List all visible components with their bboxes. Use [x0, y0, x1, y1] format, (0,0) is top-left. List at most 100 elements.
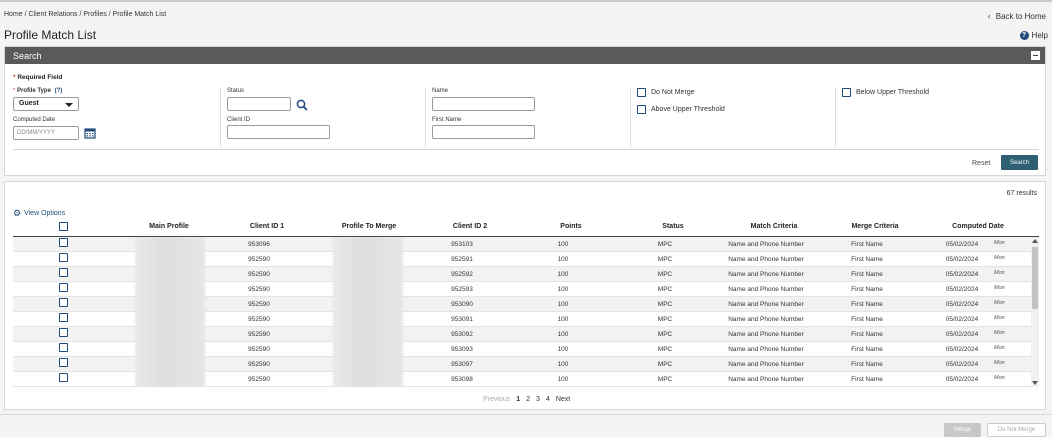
view-options-link[interactable]: ⚙ View Options — [13, 208, 65, 219]
profile-to-merge-redacted — [333, 237, 403, 387]
search-icon[interactable] — [296, 98, 308, 116]
page-link-1[interactable]: 1 — [516, 396, 520, 403]
cell-status: MPC — [657, 316, 673, 323]
above-upper-threshold-checkbox[interactable] — [637, 105, 646, 114]
divider — [425, 87, 426, 147]
cell-client-id-1: 952590 — [248, 316, 270, 323]
below-upper-threshold-checkbox[interactable] — [842, 88, 851, 97]
cell-points: 100 — [557, 361, 569, 368]
gear-icon: ⚙ — [13, 208, 22, 218]
row-checkbox[interactable] — [59, 268, 68, 277]
pagination: Previous 1 2 3 4 Next — [483, 396, 570, 403]
cell-match-criteria: Name and Phone Number — [728, 271, 804, 278]
back-to-home-link[interactable]: ‹ Back to Home — [988, 11, 1046, 21]
cell-merge-criteria: First Name — [851, 316, 883, 323]
below-upper-threshold-label: Below Upper Threshold — [856, 89, 930, 96]
cell-match-criteria: Name and Phone Number — [728, 286, 804, 293]
row-checkbox[interactable] — [59, 328, 68, 337]
row-checkbox[interactable] — [59, 373, 68, 382]
client-id-input[interactable] — [227, 125, 330, 139]
computed-date-input[interactable]: DD/MM/YYYY — [13, 126, 79, 140]
row-checkbox[interactable] — [59, 238, 68, 247]
column-header-client-id-2[interactable]: Client ID 2 — [453, 223, 487, 230]
cell-day: Mon — [994, 360, 1005, 366]
search-button[interactable]: Search — [1001, 155, 1038, 170]
row-checkbox[interactable] — [59, 343, 68, 352]
cell-merge-criteria: First Name — [851, 256, 883, 263]
results-panel: 67 results ⚙ View Options Main Profile C… — [4, 181, 1046, 410]
first-name-label: First Name — [432, 117, 462, 123]
page-link-4[interactable]: 4 — [546, 396, 550, 403]
cell-merge-criteria: First Name — [851, 331, 883, 338]
column-header-client-id-1[interactable]: Client ID 1 — [250, 223, 284, 230]
cell-client-id-2: 953097 — [451, 361, 473, 368]
status-label: Status — [227, 88, 245, 94]
row-checkbox[interactable] — [59, 298, 68, 307]
scroll-thumb[interactable] — [1032, 247, 1038, 309]
column-header-points[interactable]: Points — [560, 223, 581, 230]
first-name-input[interactable] — [432, 125, 535, 139]
scroll-down-icon[interactable] — [1032, 381, 1038, 385]
cell-match-criteria: Name and Phone Number — [728, 346, 804, 353]
required-note: * Required Field — [13, 74, 63, 81]
cell-client-id-2: 952592 — [451, 271, 473, 278]
previous-page-link[interactable]: Previous — [483, 396, 510, 403]
column-header-match-criteria[interactable]: Match Criteria — [751, 223, 798, 230]
page-link-2[interactable]: 2 — [526, 396, 530, 403]
column-header-merge-criteria[interactable]: Merge Criteria — [851, 223, 898, 230]
column-header-status[interactable]: Status — [662, 223, 683, 230]
cell-match-criteria: Name and Phone Number — [728, 301, 804, 308]
cell-match-criteria: Name and Phone Number — [728, 331, 804, 338]
cell-client-id-2: 952593 — [451, 286, 473, 293]
cell-points: 100 — [557, 286, 569, 293]
cell-day: Mon — [994, 375, 1005, 381]
cell-day: Mon — [994, 300, 1005, 306]
column-header-computed-date[interactable]: Computed Date — [952, 223, 1004, 230]
column-header-main-profile[interactable]: Main Profile — [149, 223, 189, 230]
table-body: 953096 953103 100 MPC Name and Phone Number F… — [13, 237, 1039, 387]
search-header[interactable]: Search — [5, 47, 1045, 64]
help-link[interactable]: ? Help — [1019, 30, 1048, 40]
row-checkbox[interactable] — [59, 253, 68, 262]
do-not-merge-checkbox[interactable] — [637, 88, 646, 97]
top-bar: Home / Client Relations / Profiles / Pro… — [0, 0, 1052, 26]
collapse-icon[interactable] — [1031, 51, 1040, 60]
cell-points: 100 — [557, 376, 569, 383]
table-header: Main Profile Client ID 1 Profile To Merg… — [13, 220, 1039, 237]
profile-type-help-link[interactable]: (?) — [55, 88, 63, 94]
row-checkbox[interactable] — [59, 283, 68, 292]
chevron-down-icon — [65, 103, 73, 107]
table-scrollbar[interactable] — [1031, 237, 1039, 387]
cell-day: Mon — [994, 330, 1005, 336]
column-header-profile-to-merge[interactable]: Profile To Merge — [342, 223, 396, 230]
do-not-merge-label: Do Not Merge — [651, 89, 695, 96]
cell-status: MPC — [657, 271, 673, 278]
reset-link[interactable]: Reset — [972, 160, 990, 167]
results-count: 67 results — [1006, 190, 1037, 197]
scroll-up-icon[interactable] — [1032, 239, 1038, 243]
row-checkbox[interactable] — [59, 358, 68, 367]
page-link-3[interactable]: 3 — [536, 396, 540, 403]
status-input[interactable] — [227, 97, 291, 111]
name-input[interactable] — [432, 97, 535, 111]
breadcrumb[interactable]: Home / Client Relations / Profiles / Pro… — [4, 11, 166, 18]
cell-client-id-1: 952590 — [248, 286, 270, 293]
calendar-icon[interactable] — [84, 126, 96, 144]
cell-client-id-2: 953092 — [451, 331, 473, 338]
profile-type-label-text: Profile Type — [17, 88, 51, 94]
cell-client-id-2: 953093 — [451, 346, 473, 353]
cell-status: MPC — [657, 361, 673, 368]
cell-match-criteria: Name and Phone Number — [728, 316, 804, 323]
cell-merge-criteria: First Name — [851, 361, 883, 368]
search-header-title: Search — [13, 50, 42, 61]
select-all-checkbox[interactable] — [59, 222, 68, 231]
row-checkbox[interactable] — [59, 313, 68, 322]
cell-computed-date: 05/02/2024 — [945, 316, 979, 323]
do-not-merge-button[interactable]: Do Not Merge — [987, 423, 1046, 437]
merge-button[interactable]: Merge — [944, 423, 981, 437]
cell-points: 100 — [557, 256, 569, 263]
cell-client-id-1: 952590 — [248, 301, 270, 308]
next-page-link[interactable]: Next — [556, 396, 570, 403]
cell-computed-date: 05/02/2024 — [945, 346, 979, 353]
profile-type-select[interactable]: Guest — [13, 97, 79, 111]
